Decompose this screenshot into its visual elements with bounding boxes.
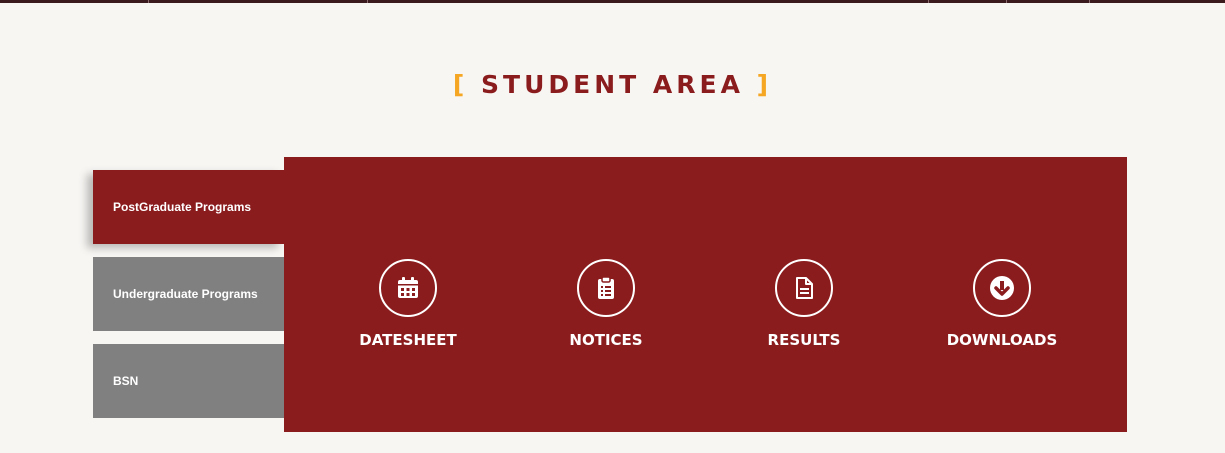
tab-label: BSN <box>113 374 139 388</box>
tab-label: PostGraduate Programs <box>113 200 252 214</box>
downloads-link[interactable]: DOWNLOADS <box>922 259 1082 349</box>
results-label: RESULTS <box>767 331 841 349</box>
calendar-icon <box>379 259 437 317</box>
download-icon <box>973 259 1031 317</box>
clipboard-icon <box>577 259 635 317</box>
document-icon <box>775 259 833 317</box>
tab-label: Undergraduate Programs <box>113 287 258 301</box>
section-title-text: STUDENT AREA <box>481 70 744 99</box>
notices-label: NOTICES <box>569 331 643 349</box>
nav-divider <box>1006 0 1007 3</box>
datesheet-link[interactable]: DATESHEET <box>328 259 488 349</box>
results-link[interactable]: RESULTS <box>724 259 884 349</box>
nav-divider <box>928 0 929 3</box>
nav-divider <box>367 0 368 3</box>
tab-bsn[interactable]: BSN <box>93 344 284 418</box>
tab-undergraduate-programs[interactable]: Undergraduate Programs <box>93 257 284 331</box>
nav-divider <box>148 0 149 3</box>
downloads-label: DOWNLOADS <box>946 331 1058 349</box>
student-area-panel: DATESHEET NOTICES RESULTS DOWNLOADS <box>284 157 1127 432</box>
notices-link[interactable]: NOTICES <box>526 259 686 349</box>
section-title: [ STUDENT AREA ] <box>0 70 1225 99</box>
tab-postgraduate-programs[interactable]: PostGraduate Programs <box>93 170 291 244</box>
nav-divider <box>1089 0 1090 3</box>
datesheet-label: DATESHEET <box>359 331 457 349</box>
title-bracket-right: ] <box>756 70 773 99</box>
title-bracket-left: [ <box>452 70 469 99</box>
top-nav-bar <box>0 0 1225 3</box>
